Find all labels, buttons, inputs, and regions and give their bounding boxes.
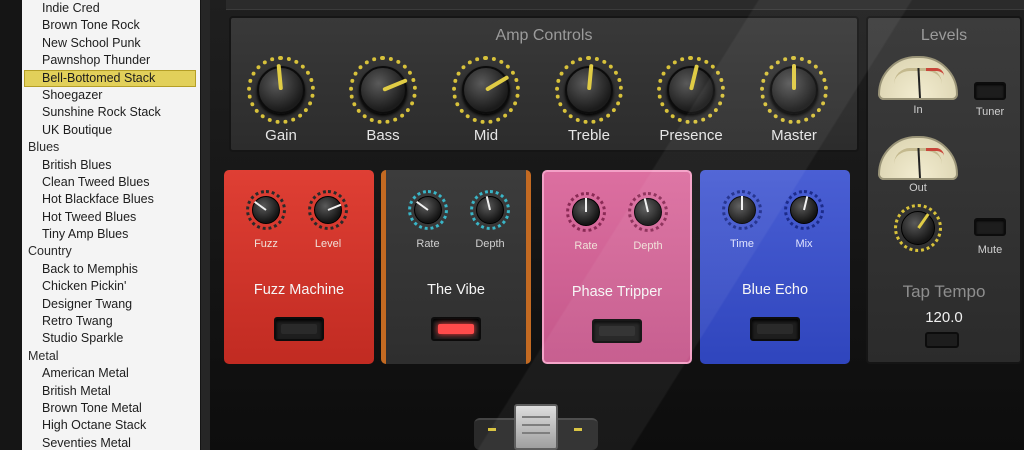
knob-label: Mid xyxy=(473,127,499,144)
pedal-knob-time[interactable]: Time xyxy=(720,190,764,250)
preset-item[interactable]: Shoegazer xyxy=(22,87,200,104)
pedal-knob-label: Depth xyxy=(633,240,663,252)
pedal-knob-label: Level xyxy=(314,238,342,250)
levels-title: Levels xyxy=(920,27,968,44)
pedal-knob-label: Fuzz xyxy=(254,238,278,250)
tuner-button[interactable] xyxy=(974,82,1006,100)
tempo-value: 120.0 xyxy=(925,309,963,326)
preset-item[interactable]: Brown Tone Metal xyxy=(22,400,200,417)
amp-controls-title: Amp Controls xyxy=(495,27,593,44)
preset-item[interactable]: American Metal xyxy=(22,365,200,382)
pedal-footswitch[interactable] xyxy=(431,317,481,341)
output-meter-label: Out xyxy=(909,182,927,194)
pedal-knob-label: Time xyxy=(729,238,755,250)
preset-item[interactable]: Indie Cred xyxy=(22,0,200,17)
preset-item[interactable]: Seventies Metal xyxy=(22,435,200,450)
preset-item[interactable]: Back to Memphis xyxy=(22,261,200,278)
output-vu-meter xyxy=(878,136,958,180)
expression-pedal[interactable] xyxy=(474,404,598,450)
category-header[interactable]: Country xyxy=(22,243,200,260)
preset-item[interactable]: UK Boutique xyxy=(22,122,200,139)
pedal-phase: Rate Depth Phase Tripper xyxy=(542,170,692,364)
pedal-knob-label: Depth xyxy=(475,238,505,250)
category-header[interactable]: Blues xyxy=(22,139,200,156)
preset-item[interactable]: Designer Twang xyxy=(22,296,200,313)
knob-presence[interactable]: Presence xyxy=(651,56,731,152)
knob-label: Presence xyxy=(659,127,723,144)
preset-item[interactable]: Hot Blackface Blues xyxy=(22,191,200,208)
pedal-knob-label: Rate xyxy=(574,240,598,252)
knob-bass[interactable]: Bass xyxy=(343,56,423,152)
preset-item[interactable]: New School Punk xyxy=(22,35,200,52)
knob-pointer xyxy=(792,64,796,90)
input-vu-meter xyxy=(878,56,958,100)
preset-list[interactable]: Indie Cred Brown Tone Rock New School Punk… xyxy=(22,0,200,450)
pedal-footswitch[interactable] xyxy=(750,317,800,341)
mute-label: Mute xyxy=(977,244,1003,256)
knob-label: Treble xyxy=(568,127,610,144)
knob-treble[interactable]: Treble xyxy=(549,56,629,152)
knob-gain[interactable]: Gain xyxy=(241,56,321,152)
tuner-label: Tuner xyxy=(975,106,1005,118)
preset-item[interactable]: Clean Tweed Blues xyxy=(22,174,200,191)
main-panel: Amp Controls Gain Bass Mid Treble Presence Ma… xyxy=(210,0,1024,450)
preset-item[interactable]: Retro Twang xyxy=(22,313,200,330)
preset-item[interactable]: High Octane Stack xyxy=(22,417,200,434)
sidebar-scrollbar[interactable] xyxy=(201,0,210,450)
pedal-led xyxy=(438,324,474,334)
output-level-knob[interactable] xyxy=(894,204,942,252)
pedal-echo: Time Mix Blue Echo xyxy=(700,170,850,364)
pedal-knob-depth[interactable]: Depth xyxy=(468,190,512,250)
preset-sidebar: Indie Cred Brown Tone Rock New School Punk… xyxy=(0,0,210,450)
pedal-knob-level[interactable]: Level xyxy=(306,190,350,250)
preset-item[interactable]: Pawnshop Thunder xyxy=(22,52,200,69)
preset-item[interactable]: Hot Tweed Blues xyxy=(22,209,200,226)
pedal-led xyxy=(281,324,317,334)
pedal-knob-fuzz[interactable]: Fuzz xyxy=(244,190,288,250)
preset-item[interactable]: Studio Sparkle xyxy=(22,330,200,347)
top-toolbar-strip xyxy=(226,0,1024,10)
input-meter-label: In xyxy=(913,104,923,116)
levels-panel: Levels In Tuner Out Mute Tap Tempo 120.0 xyxy=(866,16,1022,364)
pedal-knob-label: Mix xyxy=(795,238,813,250)
preset-item[interactable]: Chicken Pickin' xyxy=(22,278,200,295)
tap-tempo-label: Tap Tempo xyxy=(902,282,986,301)
pedal-vibe: Rate Depth The Vibe xyxy=(381,170,531,364)
knob-mid[interactable]: Mid xyxy=(446,56,526,152)
pedal-led xyxy=(757,324,793,334)
knob-label: Master xyxy=(771,127,817,144)
preset-item[interactable]: British Blues xyxy=(22,157,200,174)
pedal-footswitch[interactable] xyxy=(274,317,324,341)
knob-label: Gain xyxy=(265,127,297,144)
pedal-name: Blue Echo xyxy=(741,282,809,298)
preset-item-selected[interactable]: Bell-Bottomed Stack xyxy=(24,69,196,87)
preset-item[interactable]: Sunshine Rock Stack xyxy=(22,104,200,121)
pedal-knob-rate[interactable]: Rate xyxy=(406,190,450,250)
knob-master[interactable]: Master xyxy=(754,56,834,152)
pedal-knob-label: Rate xyxy=(416,238,440,250)
pedal-led xyxy=(599,326,635,336)
pedal-knob-rate[interactable]: Rate xyxy=(564,192,608,252)
pedal-name: Fuzz Machine xyxy=(253,282,345,298)
mute-button[interactable] xyxy=(974,218,1006,236)
pedal-knob-mix[interactable]: Mix xyxy=(782,190,826,250)
pedal-knob-depth[interactable]: Depth xyxy=(626,192,670,252)
preset-item[interactable]: Tiny Amp Blues xyxy=(22,226,200,243)
knob-label: Bass xyxy=(366,127,400,144)
pedal-fuzz: Fuzz Level Fuzz Machine xyxy=(224,170,374,364)
amp-controls-panel: Amp Controls Gain Bass Mid Treble Presence Ma… xyxy=(229,16,859,152)
preset-item[interactable]: British Metal xyxy=(22,383,200,400)
pedal-name: The Vibe xyxy=(427,282,485,298)
pedal-name: Phase Tripper xyxy=(571,284,663,300)
category-header[interactable]: Metal xyxy=(22,348,200,365)
preset-item[interactable]: Brown Tone Rock xyxy=(22,17,200,34)
pedal-footswitch[interactable] xyxy=(592,319,642,343)
tap-tempo-button[interactable] xyxy=(925,332,959,348)
